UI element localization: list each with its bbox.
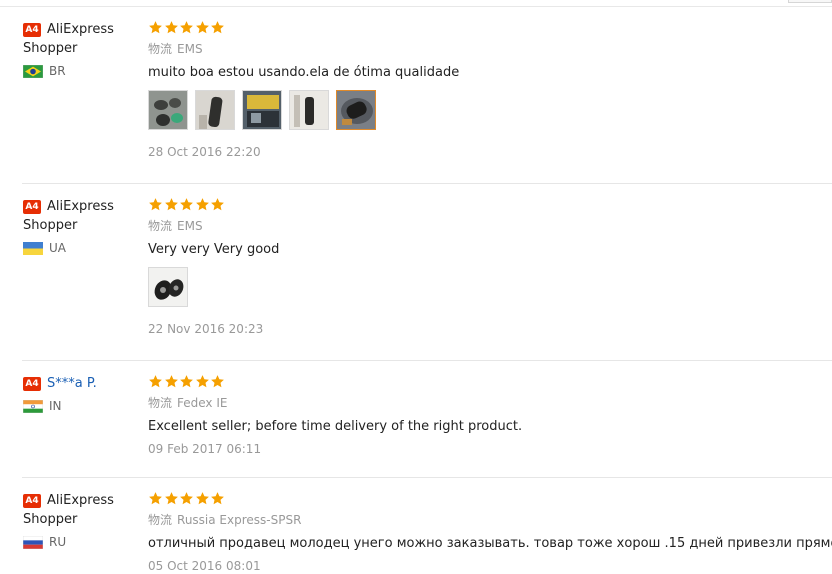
star-icon — [195, 21, 209, 34]
star-icon — [149, 198, 162, 211]
reviewer-info: A4 AliExpress Shopper BR — [23, 20, 141, 78]
review-photo-thumbnail[interactable] — [242, 90, 282, 130]
shipping-method: EMS — [177, 42, 203, 56]
reviewer-country: UA — [23, 241, 141, 255]
star-icon — [164, 198, 178, 211]
review-date: 22 Nov 2016 20:23 — [148, 322, 264, 336]
reviewer-name[interactable]: A4 S***a P. — [23, 374, 141, 393]
shipping-label: 物流 — [148, 396, 173, 410]
review-item: A4 AliExpress Shopper RU 物流 Russia Expre… — [0, 491, 832, 574]
review-photos — [148, 90, 832, 130]
star-rating — [148, 197, 832, 213]
review-photo-thumbnail[interactable] — [148, 90, 188, 130]
star-rating — [148, 491, 832, 507]
review-comment: Excellent seller; before time delivery o… — [148, 419, 523, 434]
review-comment: отличный продавец молодец унего можно за… — [148, 536, 832, 551]
review-photo-thumbnail[interactable] — [195, 90, 235, 130]
country-code: BR — [49, 64, 66, 78]
shipping-method: EMS — [177, 219, 203, 233]
star-icon — [149, 375, 162, 388]
shipping-info: 物流 EMS — [148, 218, 832, 234]
review-item: A4 AliExpress Shopper UA 物流 EMS Very ver… — [0, 197, 832, 361]
shipping-info: 物流 Russia Express-SPSR — [148, 512, 832, 528]
star-icon — [211, 492, 224, 505]
country-code: IN — [49, 399, 62, 413]
review-comment: muito boa estou usando.ela de ótima qual… — [148, 65, 460, 80]
star-rating — [148, 20, 832, 36]
star-icon — [211, 21, 224, 34]
review-photo-thumbnail[interactable] — [289, 90, 329, 130]
review-photos — [148, 267, 832, 307]
russia-flag-icon — [23, 535, 43, 549]
review-divider — [22, 183, 832, 184]
star-icon — [180, 21, 193, 34]
star-icon — [180, 375, 193, 388]
reviewer-country: RU — [23, 535, 141, 549]
india-flag-icon — [23, 399, 43, 413]
top-divider — [0, 6, 832, 7]
reviewer-country: BR — [23, 64, 141, 78]
review-photo-thumbnail[interactable] — [148, 267, 188, 307]
reviewer-country: IN — [23, 399, 141, 413]
shipping-info: 物流 Fedex IE — [148, 395, 832, 411]
star-icon — [180, 198, 193, 211]
shipping-label: 物流 — [148, 513, 173, 527]
star-icon — [164, 492, 178, 505]
star-icon — [195, 375, 209, 388]
reviewer-name: A4 AliExpress Shopper — [23, 197, 141, 235]
review-comment: Very very Very good — [148, 242, 280, 257]
reviewer-info: A4 AliExpress Shopper UA — [23, 197, 141, 255]
review-date: 09 Feb 2017 06:11 — [148, 442, 262, 456]
shipping-method: Fedex IE — [177, 396, 228, 410]
star-icon — [149, 492, 162, 505]
review-photo-thumbnail-selected[interactable] — [336, 90, 376, 130]
shipping-label: 物流 — [148, 219, 173, 233]
star-icon — [211, 375, 224, 388]
star-icon — [180, 492, 193, 505]
buyer-level-badge: A4 — [23, 494, 41, 508]
review-item: A4 S***a P. IN 物流 Fedex IE Excellent sel… — [0, 374, 832, 478]
buyer-level-badge: A4 — [23, 23, 41, 37]
review-divider — [22, 360, 832, 361]
reviewer-name: A4 AliExpress Shopper — [23, 20, 141, 58]
star-icon — [164, 375, 178, 388]
shipping-method: Russia Express-SPSR — [177, 513, 302, 527]
star-icon — [195, 198, 209, 211]
reviewer-name: A4 AliExpress Shopper — [23, 491, 141, 529]
buyer-level-badge: A4 — [23, 377, 41, 391]
shipping-label: 物流 — [148, 42, 173, 56]
reviewer-info: A4 S***a P. IN — [23, 374, 141, 413]
star-icon — [211, 198, 224, 211]
reviewer-name-link[interactable]: S***a P. — [47, 376, 97, 391]
review-divider — [22, 477, 832, 478]
review-content: 物流 EMS Very very Very good 22 Nov 2016 20… — [148, 197, 832, 337]
star-icon — [149, 21, 162, 34]
shipping-info: 物流 EMS — [148, 41, 832, 57]
review-content: 物流 EMS muito boa estou usando.ela de ótim… — [148, 20, 832, 160]
review-content: 物流 Russia Express-SPSR отличный продавец … — [148, 491, 832, 574]
star-rating — [148, 374, 832, 390]
star-icon — [164, 21, 178, 34]
star-icon — [195, 492, 209, 505]
review-item: A4 AliExpress Shopper BR 物流 EMS muito bo… — [0, 20, 832, 184]
brazil-flag-icon — [23, 64, 43, 78]
review-content: 物流 Fedex IE Excellent seller; before time… — [148, 374, 832, 457]
ukraine-flag-icon — [23, 241, 43, 255]
country-code: UA — [49, 241, 66, 255]
top-control-edge[interactable] — [788, 0, 832, 3]
reviews-page: A4 AliExpress Shopper BR 物流 EMS muito bo… — [0, 0, 832, 574]
country-code: RU — [49, 535, 67, 549]
buyer-level-badge: A4 — [23, 200, 41, 214]
review-date: 28 Oct 2016 22:20 — [148, 145, 261, 159]
review-date: 05 Oct 2016 08:01 — [148, 559, 261, 573]
reviewer-info: A4 AliExpress Shopper RU — [23, 491, 141, 549]
